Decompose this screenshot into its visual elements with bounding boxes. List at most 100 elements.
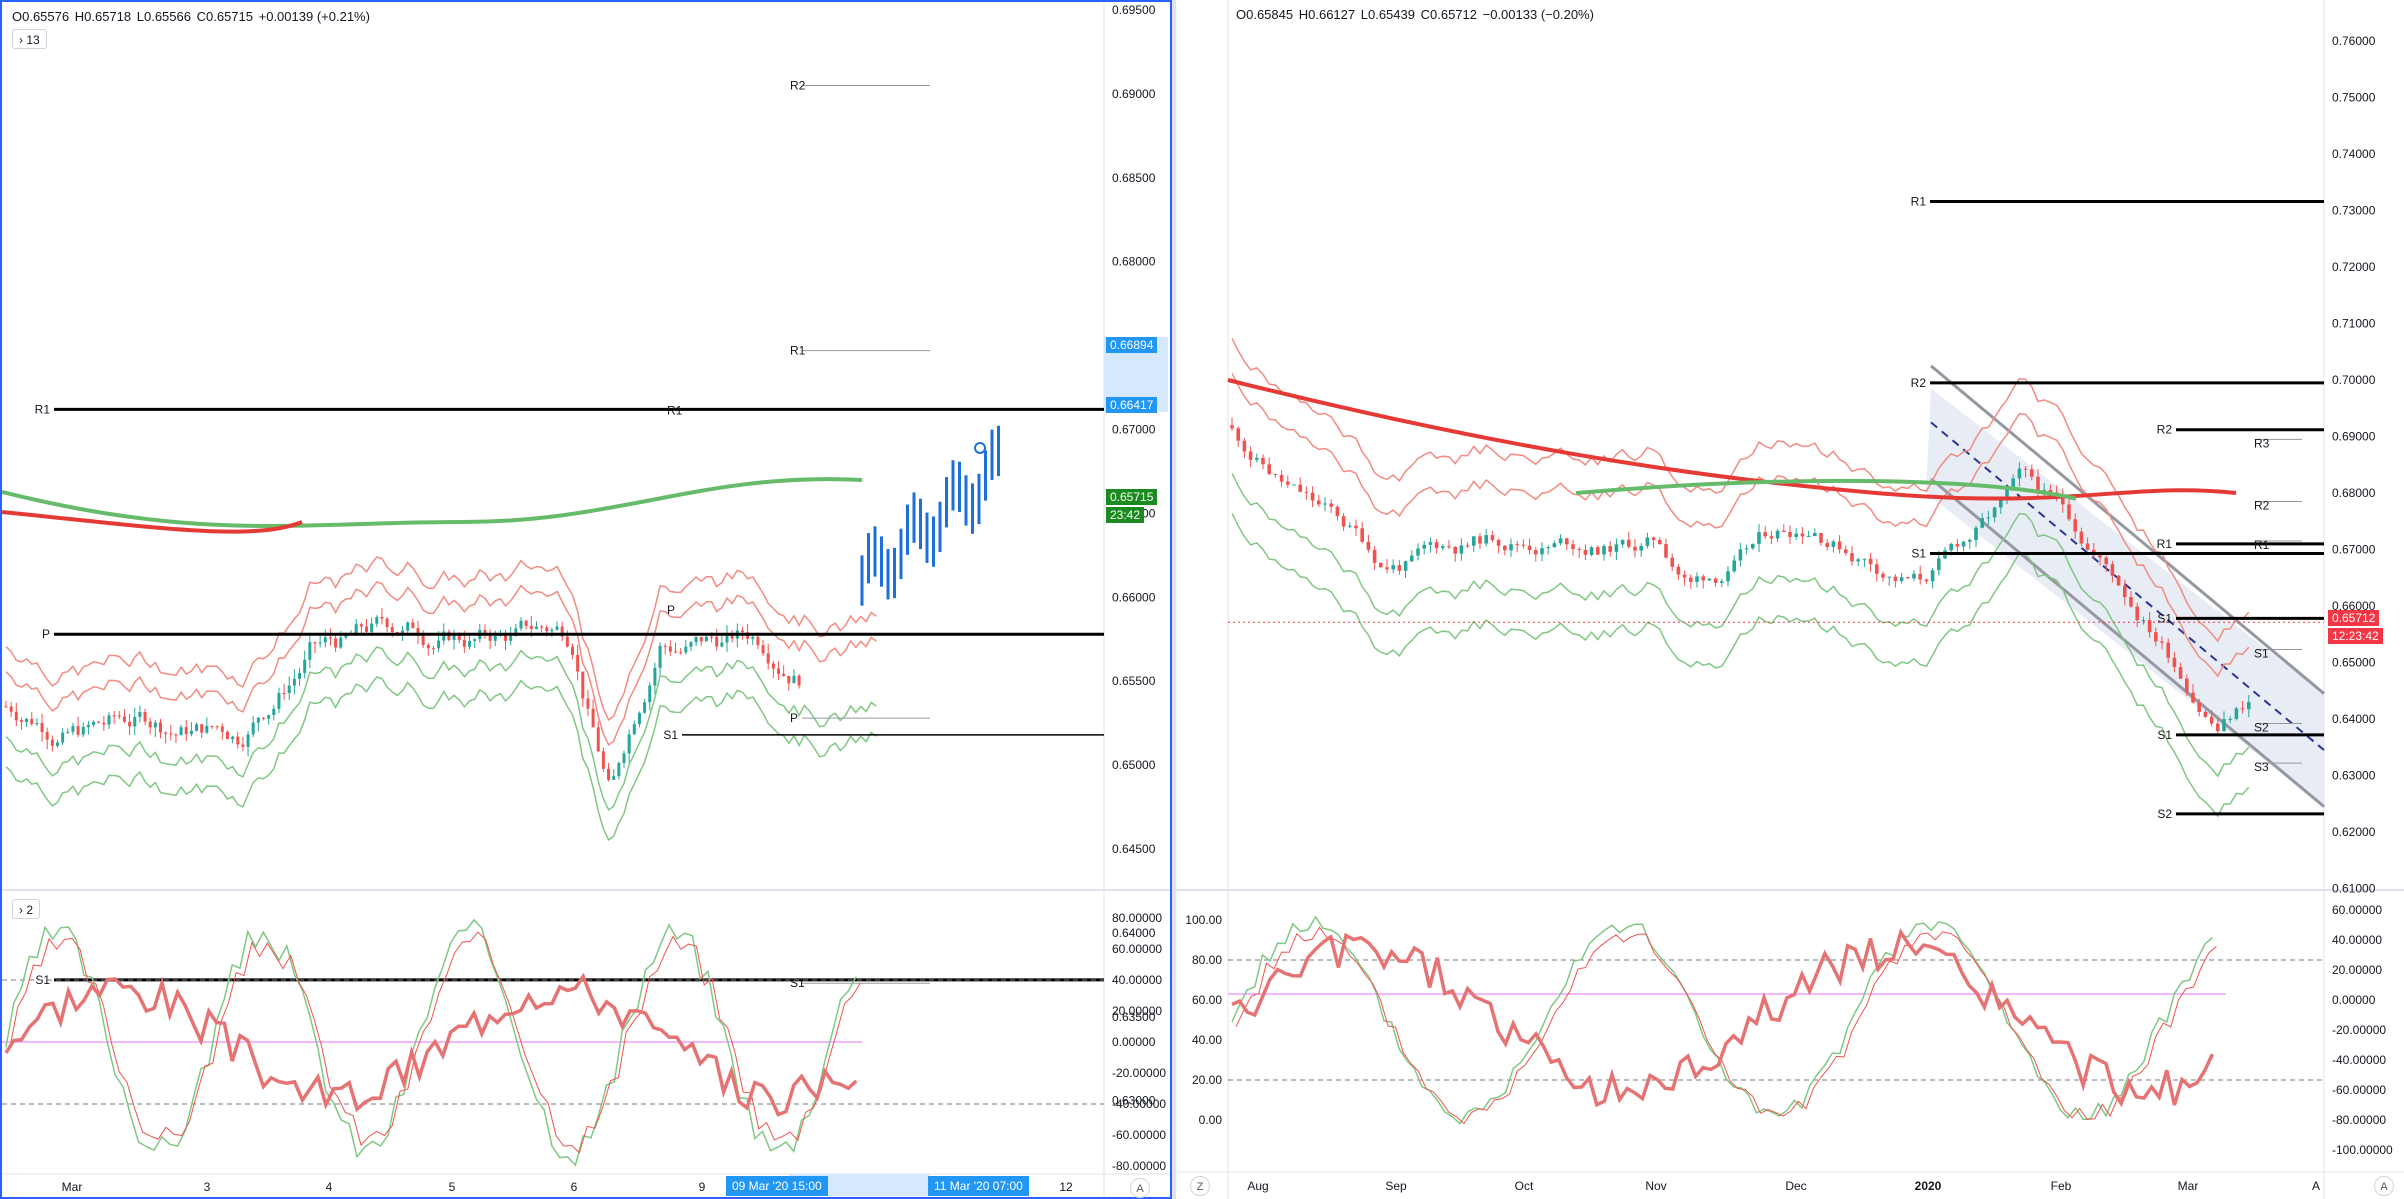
candle-body — [694, 636, 698, 643]
future-pivot-label: P — [790, 711, 798, 725]
pivot-label: R1 — [35, 402, 51, 416]
candle-body — [2123, 585, 2127, 598]
candle-body — [2079, 531, 2084, 544]
candle-body — [1596, 547, 1600, 555]
candle-body — [1292, 484, 1296, 486]
candle-body — [112, 715, 116, 717]
candle-body — [1329, 503, 1333, 507]
candle-body — [1540, 548, 1544, 555]
candle-body — [195, 724, 199, 731]
candle-body — [76, 726, 80, 735]
right-osc-left-tick: 40.00 — [1192, 1033, 1222, 1047]
candle-body — [225, 731, 229, 740]
left-price-tick: 0.65000 — [1112, 758, 1156, 772]
candle-body — [1906, 577, 1910, 579]
candle-body — [215, 726, 219, 728]
candle-body — [637, 712, 641, 725]
candle-body — [2197, 702, 2201, 712]
candle-body — [550, 629, 554, 632]
candle-body — [2247, 702, 2251, 710]
pivot-label: S2 — [2157, 807, 2172, 821]
candle-body — [1403, 561, 1408, 571]
right-osc-right-tick: 40.00000 — [2332, 933, 2382, 947]
candle-body — [1980, 518, 1984, 528]
candle-body — [1819, 533, 1823, 543]
candle-body — [1360, 528, 1364, 542]
candle-body — [1428, 542, 1433, 545]
candle-body — [524, 620, 528, 626]
candle-body — [1323, 503, 1327, 505]
candle-body — [1775, 530, 1780, 539]
right-chart-pane[interactable]: 0.76000 0.75000 0.74000 0.73000 0.72000 0.710… — [1176, 0, 2404, 1199]
left-time-label: 5 — [449, 1180, 456, 1194]
candle-body — [766, 653, 770, 664]
candle-body — [1676, 566, 1681, 575]
left-osc-count: 2 — [26, 903, 34, 917]
left-low: L0.65566 — [136, 9, 191, 24]
candle-body — [1639, 545, 1643, 551]
left-osc-tick: -60.00000 — [1112, 1128, 1166, 1142]
candle-body — [282, 693, 286, 695]
candle-body — [1974, 527, 1978, 541]
candle-body — [1862, 558, 1867, 560]
right-price-tag-last: 0.65712 — [2328, 610, 2380, 626]
right-zoom-button[interactable]: Z — [1190, 1176, 1210, 1196]
right-auto-scale-button[interactable]: A — [2374, 1176, 2394, 1196]
left-osc-tick: -80.00000 — [1112, 1159, 1166, 1173]
candle-body — [354, 624, 358, 634]
candle-body — [1379, 562, 1383, 568]
left-chart-canvas[interactable]: 0.695000.690000.685000.680000.675000.670… — [2, 2, 1170, 1197]
candle-body — [2203, 711, 2208, 717]
candle-body — [179, 727, 183, 736]
candle-body — [653, 667, 657, 686]
future-pivot-label: R2 — [2254, 498, 2270, 512]
candle-body — [246, 734, 250, 747]
candle-body — [1385, 567, 1389, 570]
candle-body — [1410, 555, 1414, 562]
candle-body — [1341, 516, 1346, 527]
left-auto-scale-button[interactable]: A — [1130, 1178, 1150, 1198]
candle-body — [1633, 546, 1637, 551]
right-osc-right-tick: 60.00000 — [2332, 903, 2382, 917]
candle-body — [2135, 606, 2139, 621]
future-pivot-label: S3 — [2254, 760, 2269, 774]
future-pivot-label: R2 — [790, 79, 806, 93]
left-time-label: 3 — [204, 1180, 211, 1194]
candle-body — [1577, 548, 1581, 550]
candle-body — [19, 720, 23, 723]
candle-body — [648, 685, 652, 703]
candle-body — [493, 635, 497, 641]
channel-median — [1930, 421, 2325, 751]
candle-body — [612, 776, 616, 780]
candle-body — [1503, 545, 1507, 551]
candle-body — [117, 715, 121, 717]
left-change: +0.00139 (+0.21%) — [258, 9, 370, 24]
candle-body — [437, 640, 441, 649]
candle-body — [2154, 632, 2158, 642]
candle-body — [1366, 541, 1371, 550]
left-indicators-toggle[interactable]: › 13 — [12, 29, 47, 49]
candle-body — [689, 642, 693, 647]
left-osc-toggle[interactable]: › 2 — [12, 899, 41, 919]
pivot-label: P — [42, 627, 50, 641]
candle-body — [1837, 541, 1842, 550]
candle-body — [1918, 573, 1922, 580]
candle-body — [35, 722, 39, 725]
candle-body — [1496, 539, 1501, 546]
future-pivot-label: S1 — [2254, 647, 2269, 661]
candle-body — [1397, 565, 1402, 571]
right-time-label: Feb — [2051, 1179, 2072, 1193]
candle-body — [2073, 519, 2077, 532]
pivot-label: R2 — [1911, 376, 1927, 390]
candle-body — [1571, 544, 1575, 549]
candle-body — [1875, 564, 1879, 574]
candle-body — [1763, 532, 1767, 537]
candle-body — [1806, 536, 1811, 538]
right-chart-canvas[interactable]: 0.76000 0.75000 0.74000 0.73000 0.72000 0.710… — [1176, 0, 2404, 1199]
left-chart-pane[interactable]: 0.695000.690000.685000.680000.675000.670… — [0, 0, 1172, 1199]
candle-body — [1707, 578, 1712, 581]
right-price-tick: 0.68000 — [2332, 486, 2376, 500]
ma200-red — [1227, 378, 2237, 501]
right-price-tick: 0.73000 — [2332, 204, 2376, 218]
candle-body — [1732, 560, 1736, 572]
